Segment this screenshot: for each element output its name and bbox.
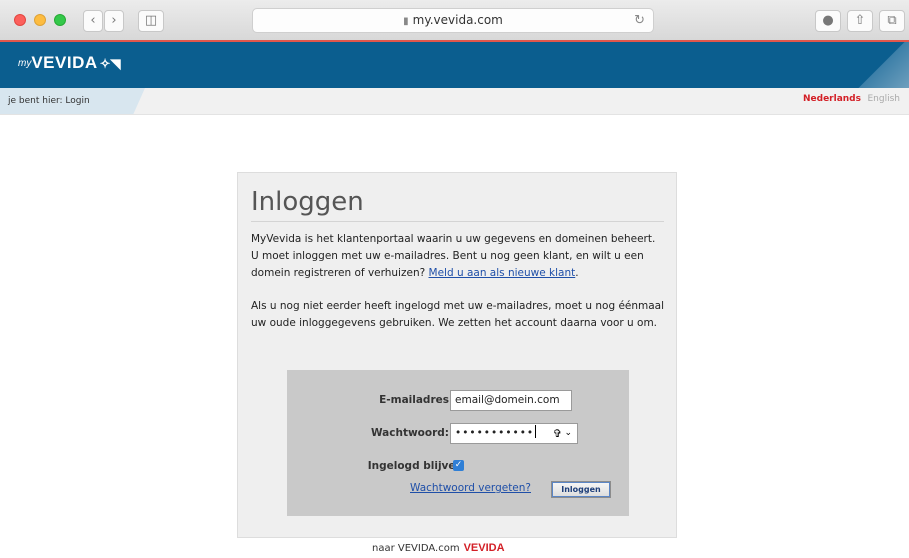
chevron-left-icon: ‹ — [90, 13, 96, 28]
tabs-button[interactable]: ⧉ — [879, 10, 905, 32]
chevron-right-icon: › — [111, 13, 117, 28]
title-divider — [251, 221, 664, 222]
footer-text: naar VEVIDA.com — [372, 543, 460, 554]
url-text: my.vevida.com — [412, 13, 503, 27]
language-nederlands[interactable]: Nederlands — [803, 94, 861, 104]
address-bar[interactable]: ▮ my.vevida.com ↻ — [252, 8, 654, 33]
sidebar-toggle-button[interactable]: ◫ — [138, 10, 164, 32]
checkmark-icon: ✓ — [454, 460, 463, 470]
password-field[interactable]: ••••••••••• ✞ ⌄ — [450, 423, 578, 444]
logo-prefix: my — [18, 58, 32, 69]
email-field[interactable]: email@domein.com — [450, 390, 572, 411]
register-link[interactable]: Meld u aan als nieuwe klant — [429, 267, 576, 279]
breadcrumb: je bent hier: Login — [0, 88, 145, 114]
login-button[interactable]: Inloggen — [551, 481, 611, 498]
forward-button[interactable]: › — [104, 10, 124, 32]
logo-text: VEVIDA — [31, 53, 98, 72]
intro-paragraph: MyVevida is het klantenportaal waarin u … — [251, 231, 665, 282]
myvevida-logo[interactable]: myVEVIDA ✧◥ — [18, 53, 121, 73]
lock-icon: ▮ — [403, 16, 409, 27]
email-label: E-mailadres — [379, 394, 449, 406]
circle-icon: ● — [822, 13, 834, 28]
footer-link[interactable]: naar VEVIDA.com VEVIDA — [372, 542, 505, 554]
sidebar-icon: ◫ — [144, 13, 158, 28]
text-cursor — [535, 425, 537, 438]
remember-checkbox[interactable]: ✓ — [453, 460, 464, 471]
login-form: E-mailadres email@domein.com Wachtwoord:… — [287, 370, 629, 516]
browser-toolbar: ‹ › ◫ ▮ my.vevida.com ↻ ● ⇧ ⧉ — [0, 0, 909, 41]
close-window-button[interactable] — [14, 14, 26, 26]
reload-icon[interactable]: ↻ — [634, 9, 645, 32]
share-icon: ⇧ — [854, 13, 866, 28]
minimize-window-button[interactable] — [34, 14, 46, 26]
maximize-window-button[interactable] — [54, 14, 66, 26]
password-label: Wachtwoord: — [370, 427, 449, 439]
intro-end: . — [575, 267, 579, 279]
key-icon[interactable]: ✞ — [553, 424, 563, 443]
back-button[interactable]: ‹ — [83, 10, 103, 32]
site-header: myVEVIDA ✧◥ — [0, 42, 909, 88]
tabs-icon: ⧉ — [887, 13, 897, 28]
vevida-mark-icon: ✧◥ — [99, 56, 121, 71]
header-fold-decoration — [857, 42, 909, 88]
language-english[interactable]: English — [868, 94, 901, 104]
login-panel: Inloggen MyVevida is het klantenportaal … — [237, 172, 677, 538]
breadcrumb-bar: je bent hier: Login Nederlands English — [0, 88, 909, 115]
chevron-down-icon[interactable]: ⌄ — [564, 424, 573, 443]
footer-brand: VEVIDA — [463, 542, 505, 554]
password-dots: ••••••••••• — [455, 427, 535, 439]
migration-paragraph: Als u nog niet eerder heeft ingelogd met… — [251, 300, 665, 329]
share-button[interactable]: ⇧ — [847, 10, 873, 32]
extension-button[interactable]: ● — [815, 10, 841, 32]
forgot-password-link[interactable]: Wachtwoord vergeten? — [410, 482, 531, 494]
remember-label: Ingelogd blijven — [367, 460, 463, 472]
page-title: Inloggen — [251, 187, 364, 217]
